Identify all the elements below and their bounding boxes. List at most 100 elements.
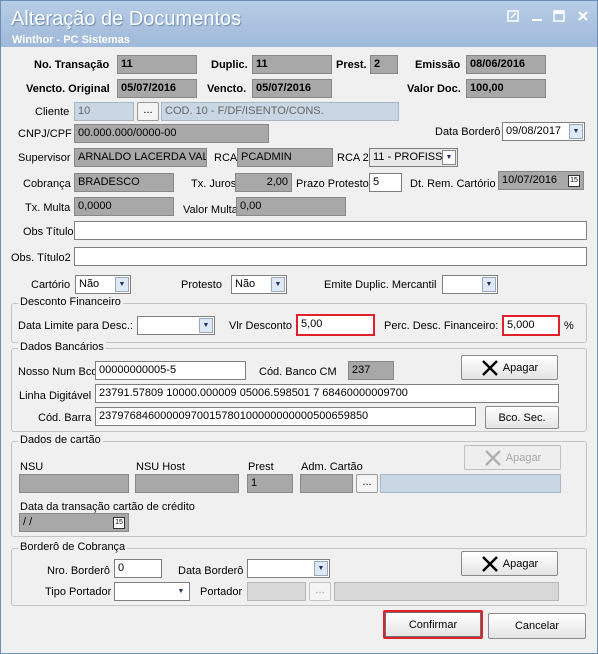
cliente-code-field[interactable]: 10: [74, 102, 134, 121]
data-transacao-field[interactable]: / / 15: [19, 513, 129, 532]
apagar-cartao-button[interactable]: Apagar: [464, 445, 561, 470]
vencto-original-field: 05/07/2016: [117, 79, 197, 98]
data-bordero-field[interactable]: 09/08/2017 ▼: [502, 122, 585, 141]
obs-titulo-label: Obs Título: [23, 226, 74, 238]
obs-titulo2-label: Obs. Título2: [11, 252, 71, 264]
rca-field: PCADMIN: [237, 148, 333, 167]
prest-cartao-label: Prest: [248, 461, 274, 473]
perc-desc-field[interactable]: 5,000: [502, 315, 560, 336]
no-transacao-label: No. Transação: [34, 59, 110, 71]
delete-x-icon: [484, 449, 501, 466]
minimize-icon[interactable]: [529, 10, 545, 24]
apagar-cartao-label: Apagar: [505, 451, 542, 464]
nosso-num-label: Nosso Num Bco: [18, 366, 98, 378]
portador-code-field: [247, 582, 306, 601]
supervisor-field: ARNALDO LACERDA VALDI: [74, 148, 207, 167]
cancelar-label: Cancelar: [514, 620, 560, 632]
tipo-portador-label: Tipo Portador: [45, 586, 112, 598]
cancelar-button[interactable]: Cancelar: [488, 613, 586, 639]
apagar-bancario-button[interactable]: Apagar: [461, 355, 558, 380]
perc-desc-label: Perc. Desc. Financeiro:: [384, 320, 499, 332]
obs-titulo-field[interactable]: [74, 221, 587, 240]
window-subtitle: Winthor - PC Sistemas: [12, 34, 130, 46]
tx-juros-label: Tx. Juros: [191, 178, 237, 190]
valor-doc-field: 100,00: [466, 79, 546, 98]
emissao-field: 08/06/2016: [466, 55, 546, 74]
apagar-bordero-button[interactable]: Apagar: [461, 551, 558, 576]
nosso-num-field[interactable]: 00000000005-5: [95, 361, 246, 380]
confirmar-button[interactable]: Confirmar: [383, 610, 483, 639]
chevron-down-icon[interactable]: ▼: [174, 584, 188, 599]
chevron-down-icon[interactable]: ▼: [115, 277, 129, 292]
obs-titulo2-field[interactable]: [74, 247, 587, 266]
portador-lookup-button[interactable]: ...: [309, 582, 331, 601]
data-bordero-cob-label: Data Borderô: [178, 565, 244, 577]
prazo-protesto-field[interactable]: 5: [369, 173, 402, 192]
emite-duplic-label: Emite Duplic. Mercantil: [324, 279, 437, 291]
rca2-value: 11 - PROFISSI: [373, 151, 446, 163]
cartorio-value: Não: [79, 278, 100, 290]
vlr-desconto-field[interactable]: 5,00: [296, 314, 375, 336]
chevron-down-icon[interactable]: ▼: [199, 318, 213, 333]
linha-digitavel-label: Linha Digitável: [19, 390, 92, 402]
calendar-icon[interactable]: 15: [113, 517, 125, 529]
chevron-down-icon[interactable]: ▼: [271, 277, 285, 292]
cliente-desc-field: COD. 10 - F/DF/ISENTO/CONS.: [161, 102, 399, 121]
cliente-lookup-button[interactable]: ...: [137, 102, 159, 121]
tx-multa-label: Tx. Multa: [25, 202, 71, 214]
adm-cartao-lookup-button[interactable]: ...: [356, 474, 378, 493]
title-bar: Alteração de Documentos Winthor - PC Sis…: [1, 1, 597, 47]
chevron-down-icon[interactable]: ▼: [569, 124, 583, 139]
adm-cartao-label: Adm. Cartão: [301, 461, 363, 473]
bco-sec-button[interactable]: Bco. Sec.: [485, 406, 559, 429]
window-title: Alteração de Documentos: [11, 8, 242, 30]
tx-multa-field: 0,0000: [74, 197, 174, 216]
no-transacao-field: 11: [117, 55, 197, 74]
nro-bordero-label: Nro. Borderô: [47, 565, 110, 577]
nsu-host-label: NSU Host: [136, 461, 185, 473]
nro-bordero-field[interactable]: 0: [114, 559, 162, 578]
chevron-down-icon[interactable]: ▼: [482, 277, 496, 292]
valor-doc-label: Valor Doc.: [407, 83, 461, 95]
dt-rem-cartorio-label: Dt. Rem. Cartório: [410, 178, 496, 190]
nsu-field: [19, 474, 129, 493]
cod-barra-field[interactable]: 2379768460000097001578010000000000050065…: [95, 407, 476, 426]
tipo-portador-select[interactable]: ▼: [114, 582, 190, 601]
supervisor-label: Supervisor: [18, 152, 71, 164]
restore-icon[interactable]: [505, 10, 521, 24]
dados-cartao-title: Dados de cartão: [18, 434, 103, 446]
protesto-value: Não: [235, 278, 256, 290]
cartorio-select[interactable]: Não ▼: [75, 275, 131, 294]
prest-field: 2: [370, 55, 398, 74]
cobranca-field: BRADESCO: [74, 173, 174, 192]
valor-multa-label: Valor Multa: [183, 204, 238, 216]
data-limite-label: Data Limite para Desc.:: [18, 320, 133, 332]
prest-label: Prest.: [336, 59, 367, 71]
data-bordero-cob-select[interactable]: ▼: [247, 559, 330, 578]
emite-duplic-select[interactable]: ▼: [442, 275, 498, 294]
chevron-down-icon[interactable]: ▼: [314, 561, 328, 576]
duplic-field: 11: [252, 55, 332, 74]
bordero-cobranca-title: Borderô de Cobrança: [18, 541, 128, 553]
cod-barra-label: Cód. Barra: [38, 412, 92, 424]
close-icon[interactable]: [575, 10, 591, 24]
protesto-select[interactable]: Não ▼: [231, 275, 287, 294]
linha-digitavel-field[interactable]: 23791.57809 10000.000009 05006.598501 7 …: [95, 384, 559, 403]
rca2-select[interactable]: 11 - PROFISSI ▼: [369, 148, 458, 167]
data-bordero-value: 09/08/2017: [506, 125, 562, 137]
dialog-window: Alteração de Documentos Winthor - PC Sis…: [0, 0, 598, 654]
maximize-icon[interactable]: [551, 10, 567, 24]
data-transacao-value: / /: [23, 516, 33, 528]
cartorio-label: Cartório: [31, 279, 71, 291]
emissao-label: Emissão: [415, 59, 461, 71]
portador-label: Portador: [200, 586, 243, 598]
data-limite-select[interactable]: ▼: [137, 316, 215, 335]
cliente-label: Cliente: [35, 106, 70, 118]
vencto-field: 05/07/2016: [252, 79, 332, 98]
cobranca-label: Cobrança: [23, 178, 71, 190]
calendar-icon[interactable]: 15: [568, 175, 580, 187]
portador-desc-field: [334, 582, 559, 601]
chevron-down-icon[interactable]: ▼: [442, 150, 456, 165]
protesto-label: Protesto: [181, 279, 222, 291]
duplic-label: Duplic.: [211, 59, 248, 71]
